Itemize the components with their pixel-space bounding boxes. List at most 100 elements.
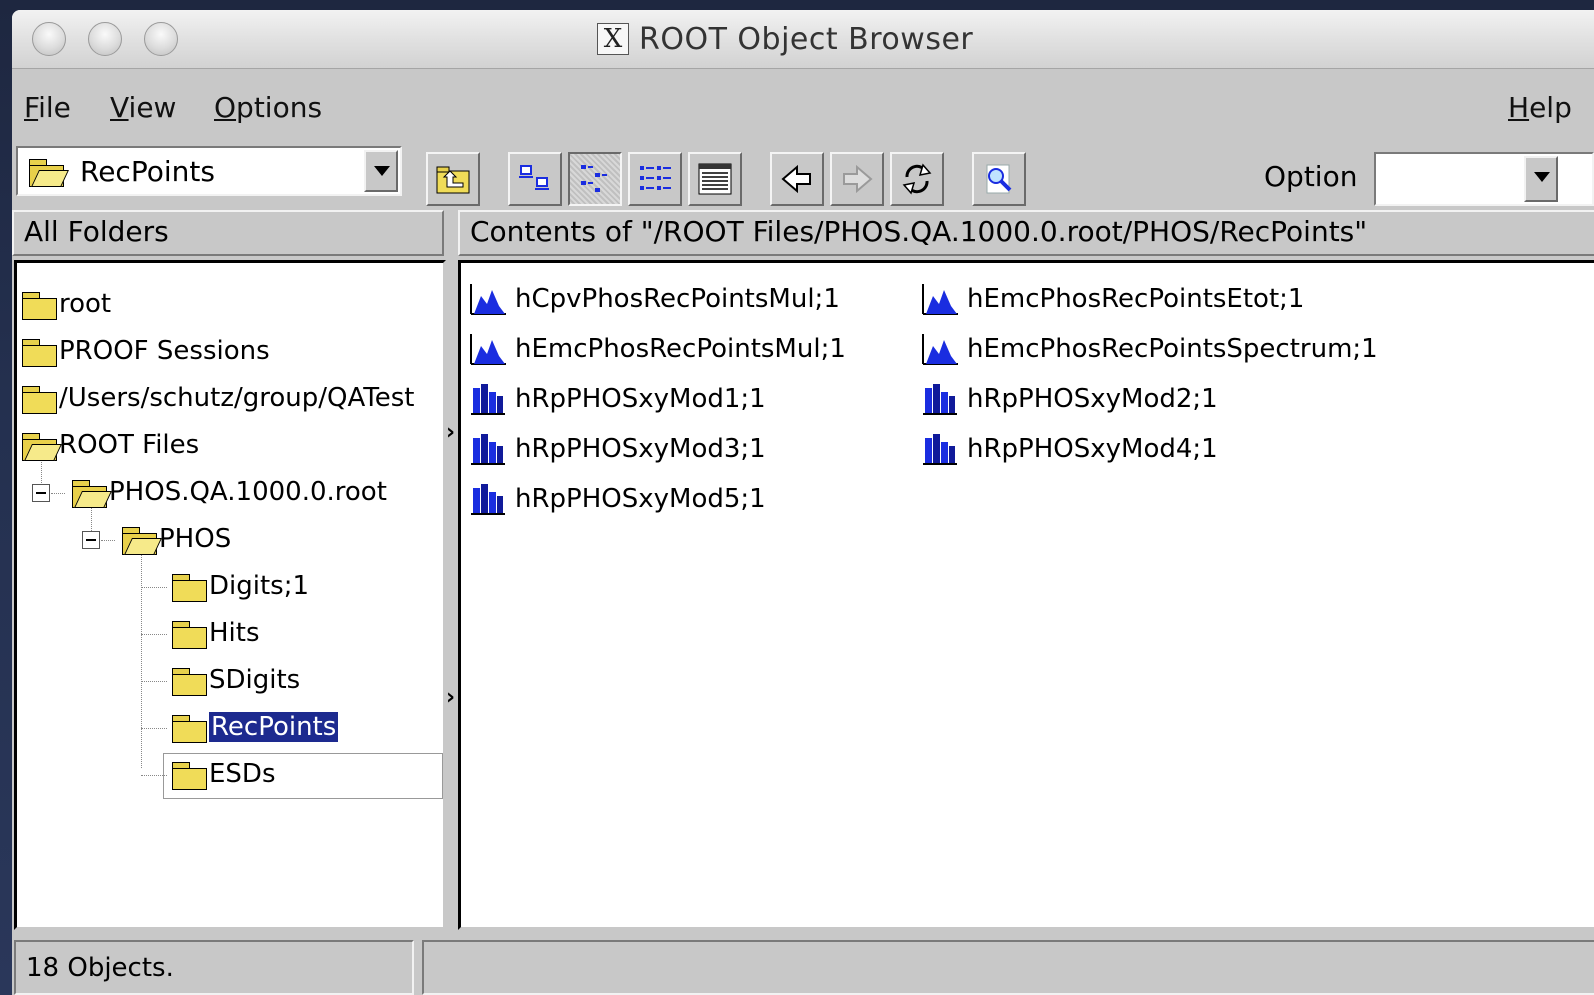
list-item[interactable]: hCpvPhosRecPointsMul;1 — [469, 279, 840, 319]
open-folder-icon — [71, 478, 112, 508]
folder-icon — [171, 572, 207, 602]
menu-help[interactable]: Help — [1508, 91, 1572, 124]
menu-view-mnemonic: V — [110, 91, 129, 124]
menu-help-rest: elp — [1529, 91, 1572, 124]
contents-header: Contents of "/ROOT Files/PHOS.QA.1000.0.… — [458, 210, 1594, 256]
tree-item-phos-root-file[interactable]: PHOS.QA.1000.0.root — [71, 474, 387, 510]
tree-item-sdigits[interactable]: SDigits — [171, 662, 300, 698]
list-item[interactable]: hRpPHOSxyMod3;1 — [469, 429, 766, 469]
refresh-icon — [902, 163, 932, 195]
location-dropdown-button[interactable] — [364, 150, 398, 192]
item-label: hCpvPhosRecPointsMul;1 — [515, 284, 840, 314]
window-title: ROOT Object Browser — [639, 21, 974, 57]
large-icons-view-button[interactable] — [508, 152, 562, 206]
collapse-toggle-icon[interactable] — [82, 531, 100, 549]
status-secondary — [422, 940, 1594, 995]
option-combobox[interactable] — [1374, 152, 1594, 206]
status-bar: 18 Objects. — [12, 938, 1594, 995]
menu-bar: File View Options Help — [12, 69, 1594, 141]
list-item[interactable]: hRpPHOSxyMod5;1 — [469, 479, 766, 519]
histogram-2d-icon — [471, 434, 505, 465]
splitter-arrow-icon: › — [446, 420, 456, 445]
item-label: hRpPHOSxyMod5;1 — [515, 484, 766, 514]
find-button[interactable] — [972, 152, 1026, 206]
title-bar[interactable]: X ROOT Object Browser — [12, 10, 1594, 69]
menu-file[interactable]: File — [24, 91, 71, 124]
option-label: Option — [1264, 160, 1358, 193]
toolbar: RecPoints Option — [12, 142, 1594, 210]
location-combobox[interactable]: RecPoints — [16, 146, 402, 196]
tree-item-label: ROOT Files — [59, 430, 200, 460]
open-folder-icon — [21, 431, 62, 461]
tree-item-recpoints[interactable]: RecPoints — [171, 709, 339, 745]
folder-icon — [171, 760, 207, 790]
folder-icon — [171, 666, 207, 696]
tree-item-label: SDigits — [209, 665, 301, 695]
splitter-arrow-icon: › — [446, 685, 456, 710]
tree-item-label: root — [59, 289, 112, 319]
window-title-group: X ROOT Object Browser — [597, 20, 973, 58]
list-item[interactable]: hEmcPhosRecPointsEtot;1 — [921, 279, 1304, 319]
tree-item-root-files[interactable]: ROOT Files — [21, 427, 199, 463]
up-level-button[interactable] — [426, 152, 480, 206]
tree-connector — [141, 548, 142, 768]
tree-item-label: ESDs — [209, 759, 276, 789]
object-count-status: 18 Objects. — [14, 940, 414, 995]
open-folder-icon — [28, 157, 69, 187]
list-view-button[interactable] — [628, 152, 682, 206]
location-value: RecPoints — [80, 155, 215, 188]
list-item[interactable]: hEmcPhosRecPointsSpectrum;1 — [921, 329, 1378, 369]
tree-item-qatest-dir[interactable]: /Users/schutz/group/QATest — [21, 380, 414, 416]
folder-icon — [21, 384, 57, 414]
details-view-button[interactable] — [688, 152, 742, 206]
histogram-2d-icon — [471, 484, 505, 515]
contents-list[interactable]: hCpvPhosRecPointsMul;1 hEmcPhosRecPoints… — [458, 260, 1594, 930]
back-button[interactable] — [770, 152, 824, 206]
tree-item-label: /Users/schutz/group/QATest — [59, 383, 415, 413]
tree-item-phos[interactable]: PHOS — [121, 521, 231, 557]
menu-options-mnemonic: O — [214, 91, 237, 124]
menu-options-rest: ptions — [236, 91, 323, 124]
tree-connector — [51, 493, 65, 494]
list-item[interactable]: hEmcPhosRecPointsMul;1 — [469, 329, 846, 369]
tree-item-label: Hits — [209, 618, 260, 648]
tree-item-label-selected: RecPoints — [209, 712, 339, 742]
option-dropdown-button[interactable] — [1524, 156, 1558, 202]
tree-item-label: PROOF Sessions — [59, 336, 270, 366]
folder-tree[interactable]: root PROOF Sessions /Users/schutz/group/… — [14, 260, 446, 930]
x11-icon: X — [597, 23, 629, 55]
tree-item-label: PHOS — [159, 524, 232, 554]
tree-item-label: Digits;1 — [209, 571, 310, 601]
menu-options[interactable]: Options — [214, 91, 322, 124]
item-label: hRpPHOSxyMod3;1 — [515, 434, 766, 464]
menu-view[interactable]: View — [110, 91, 176, 124]
collapse-toggle-icon[interactable] — [32, 484, 50, 502]
item-label: hEmcPhosRecPointsMul;1 — [515, 334, 846, 364]
histogram-1d-icon — [922, 334, 958, 365]
tree-item-esds[interactable]: ESDs — [171, 756, 276, 792]
close-window-button[interactable] — [32, 22, 66, 56]
menu-file-rest: ile — [38, 91, 71, 124]
menu-view-rest: iew — [128, 91, 177, 124]
tree-item-hits[interactable]: Hits — [171, 615, 260, 651]
item-label: hEmcPhosRecPointsSpectrum;1 — [967, 334, 1378, 364]
tree-item-root[interactable]: root — [21, 286, 111, 322]
arrow-right-icon — [843, 164, 873, 194]
list-item[interactable]: hRpPHOSxyMod2;1 — [921, 379, 1218, 419]
chevron-down-icon — [1534, 172, 1550, 182]
histogram-2d-icon — [471, 384, 505, 415]
list-item[interactable]: hRpPHOSxyMod4;1 — [921, 429, 1218, 469]
refresh-button[interactable] — [890, 152, 944, 206]
item-label: hRpPHOSxyMod1;1 — [515, 384, 766, 414]
pane-splitter[interactable]: › › — [446, 260, 458, 930]
search-icon — [986, 164, 1012, 194]
list-view-icon — [640, 166, 671, 190]
tree-item-digits[interactable]: Digits;1 — [171, 568, 309, 604]
zoom-window-button[interactable] — [144, 22, 178, 56]
item-label: hRpPHOSxyMod4;1 — [967, 434, 1218, 464]
small-icons-view-button[interactable] — [568, 152, 622, 206]
forward-button[interactable] — [830, 152, 884, 206]
minimize-window-button[interactable] — [88, 22, 122, 56]
list-item[interactable]: hRpPHOSxyMod1;1 — [469, 379, 766, 419]
tree-item-proof-sessions[interactable]: PROOF Sessions — [21, 333, 270, 369]
